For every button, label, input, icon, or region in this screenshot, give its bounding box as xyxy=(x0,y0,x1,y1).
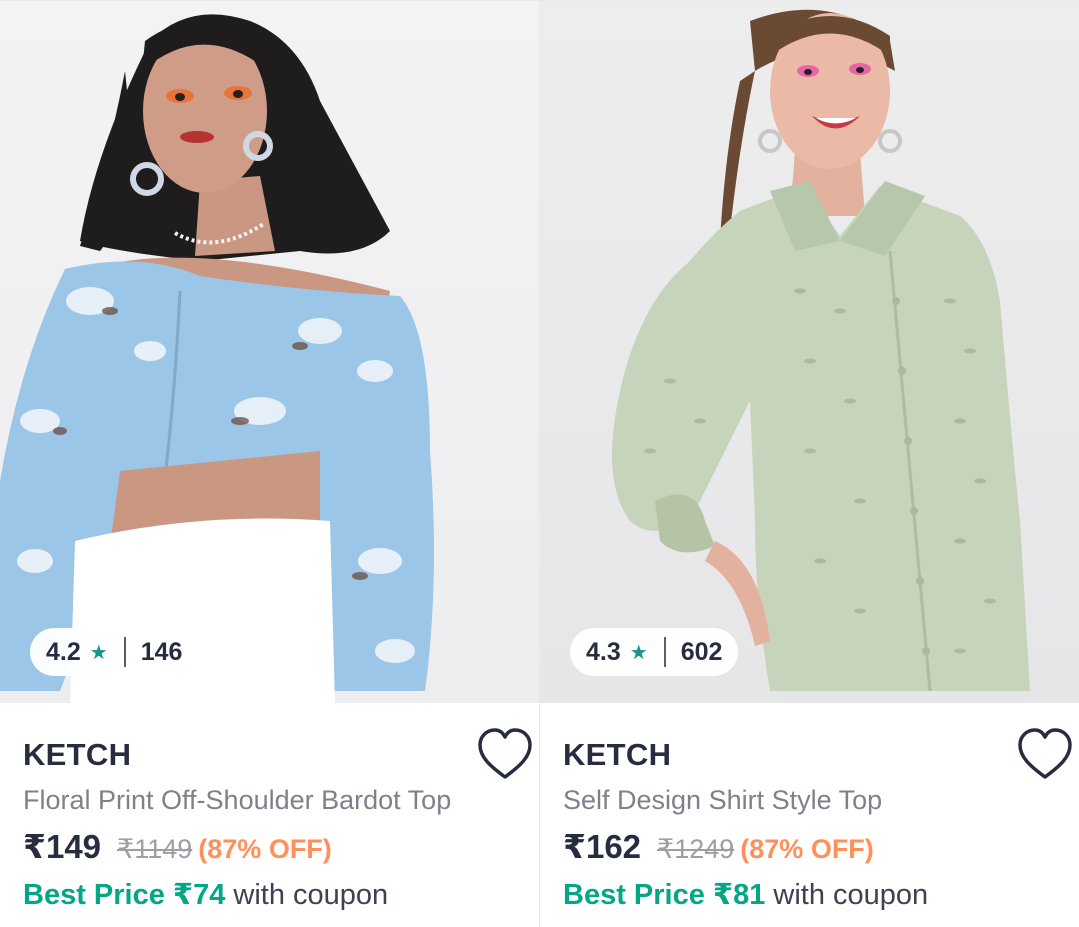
rating-badge: 4.3 ★ 602 xyxy=(570,628,739,676)
best-price: Best Price ₹74 xyxy=(23,879,226,911)
heart-outline-icon[interactable] xyxy=(476,727,534,783)
mrp-price: ₹1149 xyxy=(117,834,193,864)
product-image[interactable]: 4.3 ★ 602 xyxy=(540,1,1079,703)
product-title: Self Design Shirt Style Top xyxy=(563,785,883,815)
discount-label: (87% OFF) xyxy=(740,834,874,864)
heart-outline-icon[interactable] xyxy=(1016,727,1074,783)
rating-value: 4.3 xyxy=(586,637,621,666)
product-card[interactable]: 4.3 ★ 602 KETCH Self Design Shirt Style … xyxy=(540,1,1079,927)
rating-count: 602 xyxy=(680,637,723,666)
product-brand: KETCH xyxy=(563,737,672,772)
best-price: Best Price ₹81 xyxy=(563,879,766,911)
star-icon: ★ xyxy=(629,641,648,664)
product-info[interactable]: KETCH Floral Print Off-Shoulder Bardot T… xyxy=(0,703,539,927)
product-brand: KETCH xyxy=(23,737,132,772)
product-image[interactable]: 4.2 ★ 146 xyxy=(0,1,539,703)
price-row: ₹162 ₹1249 (87% OFF) xyxy=(563,827,874,866)
selling-price: ₹162 xyxy=(563,828,642,865)
product-card[interactable]: 4.2 ★ 146 KETCH Floral Print Off-Shoulde… xyxy=(0,1,539,927)
product-grid: 4.2 ★ 146 KETCH Floral Print Off-Shoulde… xyxy=(0,0,1079,927)
price-row: ₹149 ₹1149 (87% OFF) xyxy=(23,827,332,866)
selling-price: ₹149 xyxy=(23,828,102,865)
rating-badge: 4.2 ★ 146 xyxy=(30,628,199,676)
product-title: Floral Print Off-Shoulder Bardot Top xyxy=(23,785,452,815)
rating-divider xyxy=(123,637,126,667)
coupon-text: with coupon xyxy=(225,879,389,911)
mrp-price: ₹1249 xyxy=(657,834,735,864)
coupon-text: with coupon xyxy=(765,879,929,911)
best-price-row: Best Price ₹74 with coupon xyxy=(23,877,388,912)
product-photo-shirt-top xyxy=(612,9,1030,692)
rating-divider xyxy=(663,637,666,667)
product-photo-floral-top xyxy=(0,14,434,703)
discount-label: (87% OFF) xyxy=(198,834,332,864)
rating-value: 4.2 xyxy=(46,637,81,666)
product-info[interactable]: KETCH Self Design Shirt Style Top ₹162 ₹… xyxy=(540,703,1079,927)
rating-count: 146 xyxy=(140,637,183,666)
star-icon: ★ xyxy=(89,641,108,664)
best-price-row: Best Price ₹81 with coupon xyxy=(563,877,928,912)
